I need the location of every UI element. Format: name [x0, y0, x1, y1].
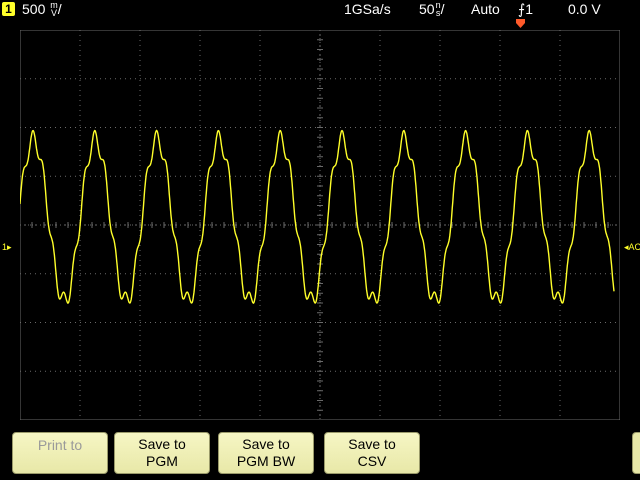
- more-softkey[interactable]: [632, 432, 640, 474]
- softkey-label: PGM: [146, 453, 178, 469]
- status-bar: 1 500 mV / 1GSa/s 50 ns / Auto ⨍1 0.0 V: [0, 0, 640, 18]
- softkey-label: Save to: [138, 436, 186, 452]
- softkey-label: CSV: [357, 453, 387, 469]
- softkey-label: PGM BW: [236, 453, 296, 469]
- ground-marker-icon[interactable]: 1▸: [2, 242, 12, 252]
- trigger-source[interactable]: ⨍1: [518, 1, 533, 18]
- softkey-label: Save to: [348, 436, 396, 452]
- trigger-source-value: 1: [525, 1, 534, 17]
- vertical-scale-value: 500: [22, 1, 46, 17]
- trigger-mode[interactable]: Auto: [471, 1, 500, 17]
- print-to-softkey[interactable]: Print to: [12, 432, 108, 474]
- trigger-level[interactable]: 0.0 V: [568, 1, 601, 17]
- softkey-label: Print to: [37, 437, 83, 453]
- waveform-display[interactable]: [20, 30, 620, 420]
- vertical-suffix: /: [57, 1, 62, 17]
- vertical-scale[interactable]: 500 mV /: [22, 0, 62, 18]
- ac-coupling-marker-icon: ◂AC: [624, 242, 640, 252]
- timebase[interactable]: 50 ns /: [419, 1, 445, 18]
- softkey-label: Save to: [242, 436, 290, 452]
- save-to-csv-softkey[interactable]: Save to CSV: [324, 432, 420, 474]
- sample-rate: 1GSa/s: [344, 1, 391, 17]
- save-to-pgm-softkey[interactable]: Save to PGM: [114, 432, 210, 474]
- graticule: [20, 30, 620, 420]
- softkey-bar: Print to Save to PGM Save to PGM BW Save…: [0, 426, 640, 480]
- timebase-suffix: /: [440, 1, 445, 17]
- timebase-value: 50: [419, 1, 435, 17]
- vertical-unit: mV: [50, 0, 58, 18]
- channel-badge[interactable]: 1: [2, 2, 15, 16]
- save-to-pgm-bw-softkey[interactable]: Save to PGM BW: [218, 432, 314, 474]
- trigger-position-icon[interactable]: [516, 19, 525, 28]
